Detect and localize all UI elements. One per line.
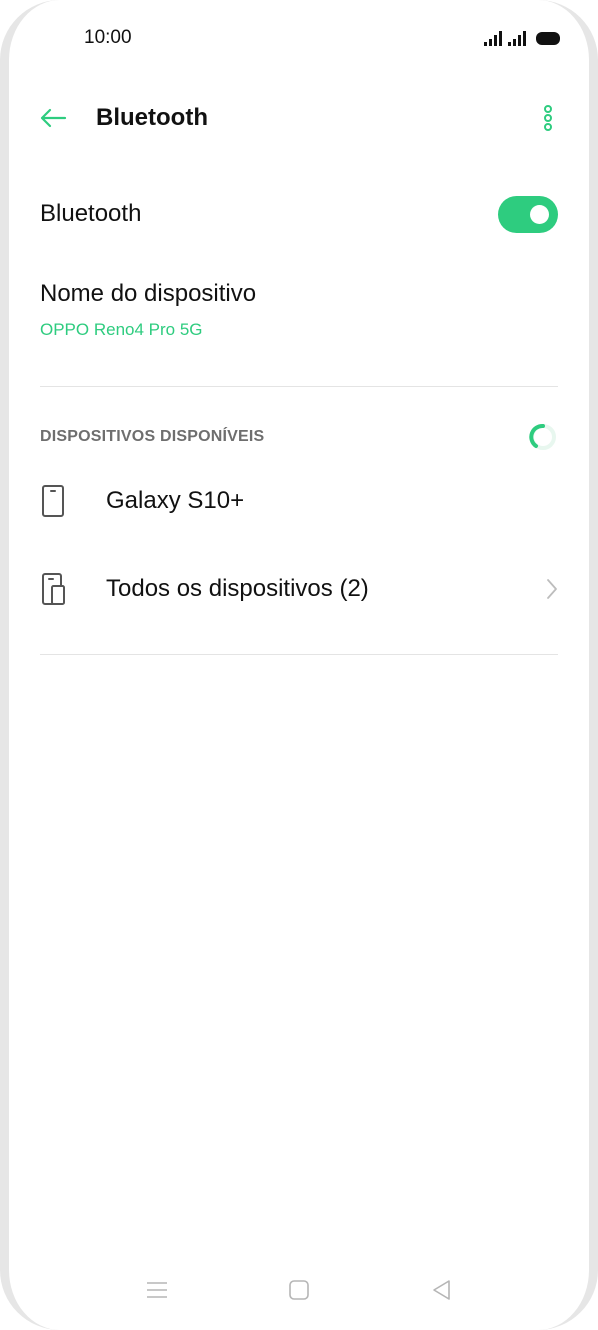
phone-icon — [40, 481, 80, 521]
more-vertical-icon — [544, 105, 552, 131]
divider — [40, 654, 558, 655]
home-icon[interactable] — [284, 1275, 314, 1305]
device-name-row[interactable]: Nome do dispositivo OPPO Reno4 Pro 5G — [40, 278, 558, 340]
list-item-label: Galaxy S10+ — [106, 487, 245, 514]
list-item-galaxy-s10[interactable]: Galaxy S10+ — [40, 471, 558, 531]
signal-icon — [508, 30, 526, 46]
back-button[interactable] — [36, 101, 70, 135]
toggle-knob — [530, 204, 549, 224]
app-bar: Bluetooth — [36, 92, 560, 144]
arrow-left-icon — [40, 108, 67, 128]
bluetooth-toggle-label: Bluetooth — [40, 200, 142, 227]
list-item-label: Todos os dispositivos (2) — [106, 575, 369, 602]
device-name-title: Nome do dispositivo — [40, 280, 257, 307]
bluetooth-toggle-switch[interactable] — [498, 195, 558, 233]
loading-spinner-icon — [529, 424, 556, 450]
chevron-right-icon — [538, 574, 558, 604]
page-title: Bluetooth — [96, 104, 208, 131]
available-devices-header: DISPOSITIVOS DISPONÍVEIS — [40, 420, 558, 454]
menu-icon[interactable] — [142, 1275, 172, 1305]
divider — [40, 386, 558, 387]
status-icons — [484, 30, 560, 46]
device-name-value: OPPO Reno4 Pro 5G — [40, 320, 203, 339]
list-item-all-devices[interactable]: Todos os dispositivos (2) — [40, 559, 558, 619]
battery-icon — [536, 31, 560, 45]
status-bar: 10:00 — [84, 26, 560, 50]
devices-icon — [40, 569, 80, 609]
navigation-bar — [0, 1270, 598, 1310]
signal-icon — [484, 30, 502, 46]
back-icon[interactable] — [426, 1275, 456, 1305]
more-options-button[interactable] — [536, 101, 560, 135]
status-time: 10:00 — [84, 27, 132, 48]
bluetooth-toggle-row[interactable]: Bluetooth — [40, 186, 558, 242]
available-devices-title: DISPOSITIVOS DISPONÍVEIS — [40, 428, 265, 445]
